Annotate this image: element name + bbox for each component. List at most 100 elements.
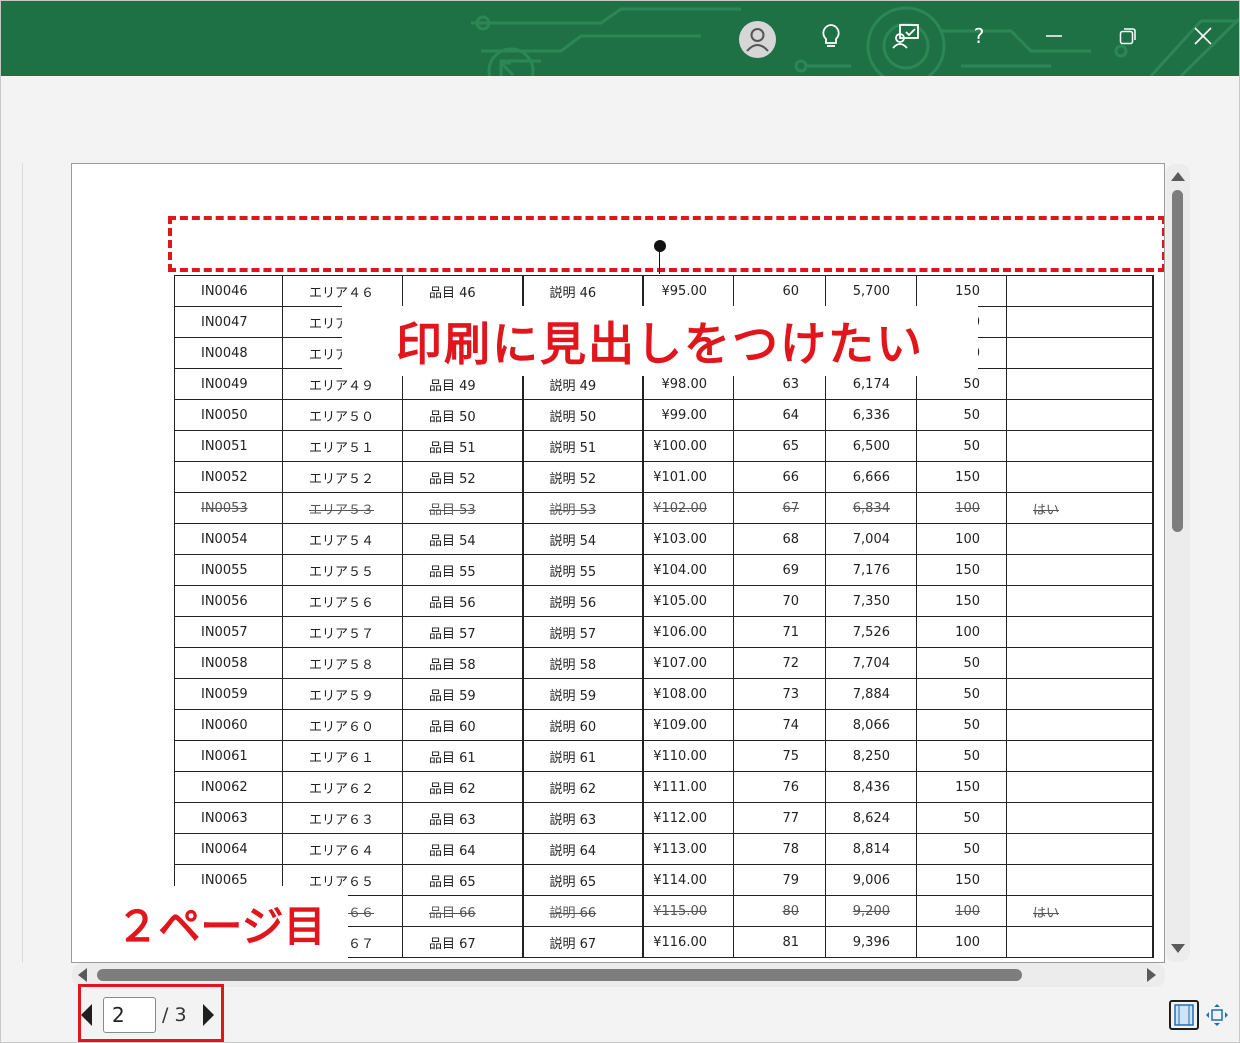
table-cell: ¥110.00 (642, 740, 734, 772)
table-cell: 69 (733, 554, 826, 586)
table-cell: 150 (916, 275, 1007, 307)
table-cell: IN0052 (174, 461, 283, 493)
table-row: IN0051 エリア５１ 品目 51 説明 51 ¥100.00 65 6,500 50 (174, 430, 1154, 462)
table-cell: 150 (916, 864, 1007, 896)
print-preview-page: IN0046 エリア４６ 品目 46 説明 46 ¥95.00 60 5,700 150 IN0… (71, 163, 1165, 963)
table-cell: 説明 55 (522, 554, 644, 586)
next-page-icon[interactable] (203, 1004, 214, 1026)
table-cell: 品目 58 (402, 647, 524, 679)
table-cell: IN0063 (174, 802, 283, 834)
page-total-label: / 3 (162, 1004, 187, 1026)
table-cell: 説明 57 (522, 616, 644, 648)
table-cell: 67 (733, 492, 826, 524)
table-cell: IN0056 (174, 585, 283, 617)
table-cell: 品目 54 (402, 523, 524, 555)
table-cell: エリア５６ (282, 585, 403, 617)
table-cell: 74 (733, 709, 826, 741)
table-cell: 説明 51 (522, 430, 644, 462)
help-icon[interactable]: ? (959, 16, 999, 56)
table-cell (1006, 368, 1154, 400)
table-cell (1006, 926, 1154, 958)
table-cell (1006, 709, 1154, 741)
table-cell: エリア６２ (282, 771, 403, 803)
page-number-input[interactable] (103, 997, 156, 1033)
table-cell: エリア６０ (282, 709, 403, 741)
table-row: IN0060 エリア６０ 品目 60 説明 60 ¥109.00 74 8,066 50 (174, 709, 1154, 741)
table-cell: IN0050 (174, 399, 283, 431)
table-cell: 100 (916, 926, 1007, 958)
table-cell: 説明 56 (522, 585, 644, 617)
table-cell (1006, 461, 1154, 493)
table-cell: 50 (916, 833, 1007, 865)
vertical-scroll-thumb[interactable] (1172, 190, 1183, 532)
table-cell: 64 (733, 399, 826, 431)
table-cell (1006, 523, 1154, 555)
table-cell: 品目 65 (402, 864, 524, 896)
scroll-down-icon[interactable] (1171, 944, 1185, 953)
table-cell: 79 (733, 864, 826, 896)
table-cell: 7,350 (825, 585, 917, 617)
table-cell: 7,004 (825, 523, 917, 555)
table-cell: 68 (733, 523, 826, 555)
table-cell: 150 (916, 554, 1007, 586)
table-row: IN0055 エリア５５ 品目 55 説明 55 ¥104.00 69 7,176 150 (174, 554, 1154, 586)
table-cell (1006, 430, 1154, 462)
table-cell: 品目 55 (402, 554, 524, 586)
table-cell: はい (1006, 895, 1154, 927)
table-cell: 7,704 (825, 647, 917, 679)
table-cell: 8,436 (825, 771, 917, 803)
previous-page-icon[interactable] (81, 1004, 92, 1026)
table-cell: 9,200 (825, 895, 917, 927)
table-cell: エリア５２ (282, 461, 403, 493)
table-cell: 品目 50 (402, 399, 524, 431)
table-row: IN0046 エリア４６ 品目 46 説明 46 ¥95.00 60 5,700 150 (174, 275, 1154, 307)
table-cell: エリア６１ (282, 740, 403, 772)
horizontal-scroll-thumb[interactable] (97, 969, 1022, 981)
zoom-to-page-icon[interactable] (1205, 1003, 1229, 1027)
table-cell (1006, 678, 1154, 710)
title-callout: 印刷に見出しをつけたい (342, 306, 978, 376)
minimize-icon[interactable] (1034, 16, 1074, 56)
fit-to-page-icon[interactable] (1169, 1000, 1199, 1030)
table-cell: 説明 50 (522, 399, 644, 431)
table-row: IN0058 エリア５８ 品目 58 説明 58 ¥107.00 72 7,704 50 (174, 647, 1154, 679)
table-cell: IN0051 (174, 430, 283, 462)
table-cell: 説明 62 (522, 771, 644, 803)
close-icon[interactable] (1183, 16, 1223, 56)
table-cell (1006, 833, 1154, 865)
page-callout: ２ページ目 (94, 886, 348, 960)
table-cell: ¥100.00 (642, 430, 734, 462)
scroll-right-icon[interactable] (1147, 968, 1156, 982)
account-icon[interactable] (739, 21, 776, 58)
table-cell: 75 (733, 740, 826, 772)
table-cell: IN0053 (174, 492, 283, 524)
table-row: IN0056 エリア５６ 品目 56 説明 56 ¥105.00 70 7,350 150 (174, 585, 1154, 617)
table-cell: ¥103.00 (642, 523, 734, 555)
table-cell: 6,666 (825, 461, 917, 493)
table-row: IN0054 エリア５４ 品目 54 説明 54 ¥103.00 68 7,004 100 (174, 523, 1154, 555)
table-cell: 品目 63 (402, 802, 524, 834)
table-cell: 71 (733, 616, 826, 648)
table-cell: ¥108.00 (642, 678, 734, 710)
table-cell: ¥109.00 (642, 709, 734, 741)
table-cell: 100 (916, 895, 1007, 927)
table-cell (1006, 740, 1154, 772)
table-cell: エリア５３ (282, 492, 403, 524)
restore-icon[interactable] (1108, 16, 1148, 56)
table-cell: 7,176 (825, 554, 917, 586)
table-cell: IN0047 (174, 306, 283, 338)
table-cell: IN0060 (174, 709, 283, 741)
table-cell: 品目 53 (402, 492, 524, 524)
table-cell: エリア４６ (282, 275, 403, 307)
table-cell: 77 (733, 802, 826, 834)
lightbulb-icon[interactable] (811, 16, 851, 56)
table-cell: ¥99.00 (642, 399, 734, 431)
table-cell: 品目 60 (402, 709, 524, 741)
table-cell (1006, 802, 1154, 834)
table-cell: ¥107.00 (642, 647, 734, 679)
comments-icon[interactable] (886, 16, 926, 56)
table-cell: 8,814 (825, 833, 917, 865)
scroll-up-icon[interactable] (1171, 172, 1185, 181)
scroll-left-icon[interactable] (78, 968, 87, 982)
table-cell: エリア５１ (282, 430, 403, 462)
